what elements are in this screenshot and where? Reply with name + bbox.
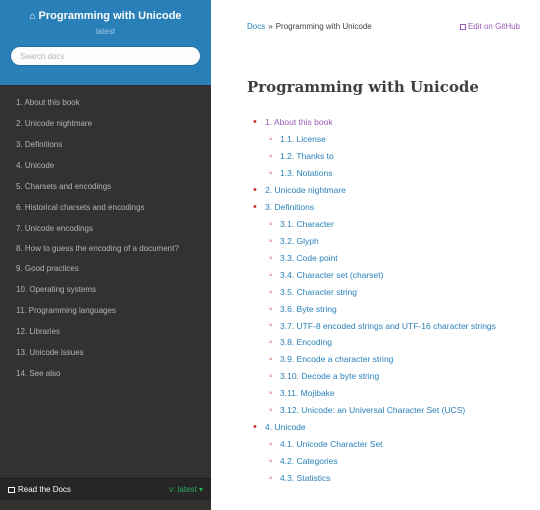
sidebar-item-unicode-issues[interactable]: 13. Unicode issues — [0, 342, 211, 363]
rtd-version: v: latest — [169, 485, 197, 494]
sidebar-item-historical[interactable]: 6. Historical charsets and encodings — [0, 197, 211, 218]
sidebar-item-operating-systems[interactable]: 10. Operating systems — [0, 279, 211, 300]
sidebar-item-good-practices[interactable]: 9. Good practices — [0, 258, 211, 279]
toc-link[interactable]: 3.3. Code point — [280, 253, 338, 263]
sidebar-item-see-also[interactable]: 14. See also — [0, 363, 211, 384]
edit-label: Edit on GitHub — [467, 22, 520, 31]
toc-link[interactable]: 3.12. Unicode: an Universal Character Se… — [280, 405, 465, 415]
toc-link-nightmare[interactable]: 2. Unicode nightmare — [265, 185, 346, 195]
toc-link[interactable]: 3.8. Encoding — [280, 337, 332, 347]
sidebar-header: ⌂ Programming with Unicode latest — [0, 0, 211, 85]
breadcrumb-current: Programming with Unicode — [275, 22, 372, 31]
sidebar-item-guess-encoding[interactable]: 8. How to guess the encoding of a docume… — [0, 239, 211, 258]
sidebar-item-unicode[interactable]: 4. Unicode — [0, 155, 211, 176]
breadcrumb-separator: » — [268, 22, 273, 31]
search-input[interactable] — [10, 46, 201, 66]
toc-link[interactable]: 1.2. Thanks to — [280, 151, 334, 161]
rtd-label: Read the Docs — [18, 485, 71, 494]
sidebar-item-encodings[interactable]: 7. Unicode encodings — [0, 218, 211, 239]
sidebar-nav: 1. About this book 2. Unicode nightmare … — [0, 92, 211, 384]
toc-link[interactable]: 3.9. Encode a character string — [280, 354, 393, 364]
toc-link[interactable]: 3.6. Byte string — [280, 304, 337, 314]
sidebar-item-programming-languages[interactable]: 11. Programming languages — [0, 300, 211, 321]
toc-link[interactable]: 4.1. Unicode Character Set — [280, 439, 383, 449]
toc-link[interactable]: 4.2. Categories — [280, 456, 338, 466]
toc-item: 1. About this book 1.1. License 1.2. Tha… — [247, 114, 520, 182]
toc-link-unicode[interactable]: 4. Unicode — [265, 422, 306, 432]
toc-link[interactable]: 4.3. Statistics — [280, 473, 331, 483]
toc-item: 4. Unicode 4.1. Unicode Character Set 4.… — [247, 419, 520, 487]
rtd-versions-bar[interactable]: Read the Docs v: latest ▾ — [0, 478, 211, 500]
breadcrumb-bar: Docs» Programming with Unicode Edit on Gi… — [247, 0, 520, 56]
toc-link-definitions[interactable]: 3. Definitions — [265, 202, 314, 212]
home-icon: ⌂ — [29, 11, 36, 22]
toc-item: 2. Unicode nightmare — [247, 182, 520, 199]
table-of-contents: 1. About this book 1.1. License 1.2. Tha… — [247, 114, 520, 487]
sidebar-item-about[interactable]: 1. About this book — [0, 92, 211, 113]
breadcrumb-docs-link[interactable]: Docs — [247, 22, 265, 31]
toc-link-about[interactable]: 1. About this book — [265, 117, 333, 127]
sidebar-item-nightmare[interactable]: 2. Unicode nightmare — [0, 113, 211, 134]
sidebar-item-definitions[interactable]: 3. Definitions — [0, 134, 211, 155]
edit-on-github-link[interactable]: Edit on GitHub — [459, 22, 520, 31]
sidebar-item-libraries[interactable]: 12. Libraries — [0, 321, 211, 342]
toc-link[interactable]: 3.7. UTF-8 encoded strings and UTF-16 ch… — [280, 321, 496, 331]
main-content: Docs» Programming with Unicode Edit on Gi… — [211, 0, 540, 510]
book-icon — [8, 487, 15, 493]
toc-link[interactable]: 3.4. Character set (charset) — [280, 270, 383, 280]
caret-down-icon: ▾ — [198, 485, 203, 494]
toc-link[interactable]: 1.3. Notations — [280, 168, 332, 178]
project-title: Programming with Unicode — [38, 10, 182, 22]
github-icon — [459, 24, 466, 30]
sidebar: ⌂Programming with Unicode latest 1. Abou… — [0, 0, 211, 510]
version-label: latest — [95, 27, 116, 36]
toc-link[interactable]: 3.1. Character — [280, 219, 334, 229]
toc-link[interactable]: 3.2. Glyph — [280, 236, 319, 246]
sidebar-item-charsets[interactable]: 5. Charsets and encodings — [0, 176, 211, 197]
toc-link[interactable]: 1.1. License — [280, 134, 326, 144]
page-title: Programming with Unicode — [247, 78, 479, 96]
toc-link[interactable]: 3.10. Decode a byte string — [280, 371, 379, 381]
breadcrumb: Docs» Programming with Unicode — [247, 22, 372, 31]
toc-link[interactable]: 3.11. Mojibake — [280, 388, 335, 398]
toc-item: 3. Definitions 3.1. Character 3.2. Glyph… — [247, 199, 520, 419]
toc-link[interactable]: 3.5. Character string — [280, 287, 357, 297]
project-home-link[interactable]: ⌂ Programming with Unicode — [0, 10, 211, 22]
